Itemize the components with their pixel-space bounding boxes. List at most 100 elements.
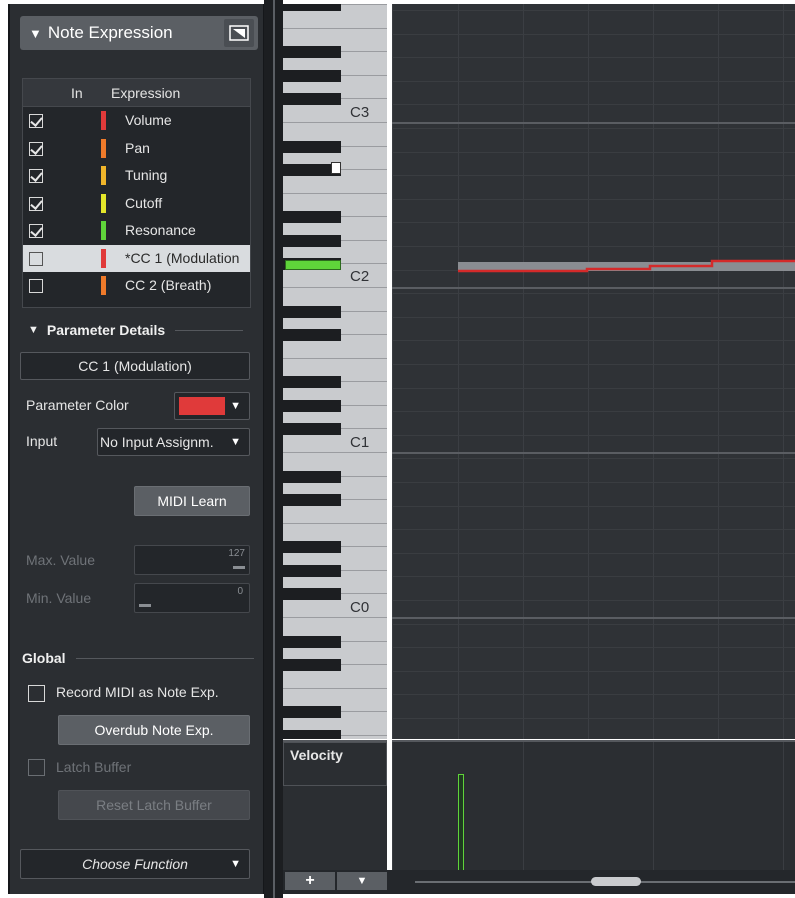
black-key[interactable]	[283, 564, 341, 577]
expression-name: Cutoff	[125, 194, 163, 211]
expression-row[interactable]: CC 2 (Breath)	[23, 272, 250, 300]
expression-row[interactable]: *CC 1 (Modulation	[23, 244, 250, 272]
lane-menu-button[interactable]: ▼	[337, 872, 387, 890]
min-value-text: 0	[237, 586, 243, 597]
expression-color-swatch	[101, 193, 106, 213]
black-key[interactable]	[283, 635, 341, 648]
note-expression-section-header[interactable]: ▼ Note Expression	[20, 16, 258, 50]
expression-enable-checkbox[interactable]	[29, 169, 43, 183]
black-key[interactable]	[283, 588, 341, 601]
black-key[interactable]	[283, 423, 341, 436]
expression-enable-checkbox[interactable]	[29, 196, 43, 211]
expression-enable-checkbox[interactable]	[29, 114, 43, 128]
octave-label: C2	[350, 268, 370, 285]
velocity-lane-header: Velocity	[283, 740, 387, 870]
max-value-field[interactable]: 127	[134, 545, 250, 575]
black-key[interactable]	[283, 541, 341, 554]
octave-label: C0	[350, 599, 370, 616]
max-value-text: 127	[228, 548, 245, 559]
column-in-header: In	[71, 85, 83, 101]
input-assignment-dropdown[interactable]: No Input Assignm. ▼	[97, 428, 250, 456]
horizontal-scrollbar-thumb[interactable]	[591, 877, 641, 886]
parameter-details-title: Parameter Details	[46, 322, 166, 338]
min-value-field[interactable]: 0	[134, 583, 250, 613]
add-lane-button[interactable]: +	[285, 872, 335, 890]
expression-row[interactable]: Tuning	[23, 162, 250, 190]
chevron-down-icon: ▼	[230, 436, 241, 448]
black-key[interactable]	[283, 329, 341, 342]
black-key[interactable]	[283, 69, 341, 82]
parameter-color-dropdown[interactable]: ▼	[174, 392, 250, 420]
latch-buffer-checkbox[interactable]	[28, 759, 45, 776]
plus-icon: +	[305, 872, 315, 889]
expression-table: In Expression Volume Pan Tuning Cutoff Reson…	[22, 78, 251, 308]
key-marker	[331, 162, 341, 174]
expression-color-swatch	[101, 166, 106, 185]
octave-label: C1	[350, 434, 370, 451]
black-key[interactable]	[283, 659, 341, 672]
parameter-name-text: CC 1 (Modulation)	[78, 358, 192, 374]
window-pin-icon[interactable]	[224, 19, 254, 47]
expression-color-swatch	[101, 138, 106, 158]
collapse-triangle-icon[interactable]: ▼	[29, 26, 42, 41]
expression-name: Volume	[125, 112, 172, 128]
piano-keyboard[interactable]: C3 C2 C1 C0	[283, 4, 387, 739]
black-key[interactable]	[283, 706, 341, 719]
black-key[interactable]	[283, 399, 341, 412]
expression-name: *CC 1 (Modulation	[125, 249, 240, 266]
section-title: Note Expression	[47, 23, 173, 42]
selected-key-highlight	[285, 260, 341, 270]
velocity-bar[interactable]	[458, 774, 464, 872]
expression-name: Pan	[125, 139, 150, 156]
note-editor-grid[interactable]	[392, 4, 795, 739]
velocity-lane[interactable]	[392, 740, 795, 872]
record-midi-label: Record MIDI as Note Exp.	[56, 684, 219, 700]
expression-name: CC 2 (Breath)	[125, 277, 212, 293]
black-key[interactable]	[283, 729, 341, 739]
collapse-triangle-icon[interactable]: ▼	[28, 324, 39, 336]
parameter-color-swatch	[179, 397, 225, 415]
expression-enable-checkbox[interactable]	[29, 141, 43, 156]
reset-latch-buffer-button[interactable]: Reset Latch Buffer	[58, 790, 250, 820]
parameter-details-header[interactable]: ▼ Parameter Details	[28, 322, 244, 338]
expression-color-swatch	[101, 248, 106, 268]
expression-enable-checkbox[interactable]	[29, 279, 43, 293]
expression-name: Tuning	[125, 167, 168, 183]
parameter-name-field[interactable]: CC 1 (Modulation)	[20, 352, 250, 380]
midi-learn-button[interactable]: MIDI Learn	[134, 486, 250, 516]
black-key[interactable]	[283, 234, 341, 247]
expression-enable-checkbox[interactable]	[29, 224, 43, 238]
record-midi-checkbox[interactable]	[28, 685, 45, 702]
modulation-curve-layer	[458, 259, 795, 273]
black-key[interactable]	[283, 4, 341, 12]
black-key[interactable]	[283, 470, 341, 483]
chevron-down-icon: ▼	[230, 400, 241, 412]
min-value-label: Min. Value	[26, 590, 92, 606]
bottom-bar: + ▼	[283, 870, 795, 894]
velocity-grid-line	[653, 742, 654, 872]
black-key[interactable]	[283, 494, 341, 507]
black-key[interactable]	[283, 305, 341, 318]
overdub-note-exp-button[interactable]: Overdub Note Exp.	[58, 715, 250, 745]
expression-color-swatch	[101, 276, 106, 295]
expression-color-swatch	[101, 221, 106, 240]
black-key[interactable]	[283, 46, 341, 59]
black-key[interactable]	[283, 211, 341, 224]
black-key[interactable]	[283, 376, 341, 389]
global-title: Global	[22, 650, 66, 666]
expression-row[interactable]: Volume	[23, 107, 250, 135]
black-key[interactable]	[283, 140, 341, 153]
column-expression-header: Expression	[111, 85, 181, 101]
panel-divider[interactable]	[264, 0, 283, 898]
chevron-down-icon: ▼	[356, 875, 368, 887]
expression-row[interactable]: Resonance	[23, 217, 250, 245]
velocity-label[interactable]: Velocity	[283, 742, 387, 786]
velocity-grid-line	[783, 742, 784, 872]
chevron-down-icon: ▼	[230, 858, 241, 870]
expression-color-swatch	[101, 111, 106, 130]
expression-row[interactable]: Pan	[23, 135, 250, 163]
choose-function-dropdown[interactable]: Choose Function ▼	[20, 849, 250, 879]
expression-row[interactable]: Cutoff	[23, 190, 250, 218]
expression-enable-checkbox[interactable]	[29, 251, 43, 266]
black-key[interactable]	[283, 93, 341, 106]
